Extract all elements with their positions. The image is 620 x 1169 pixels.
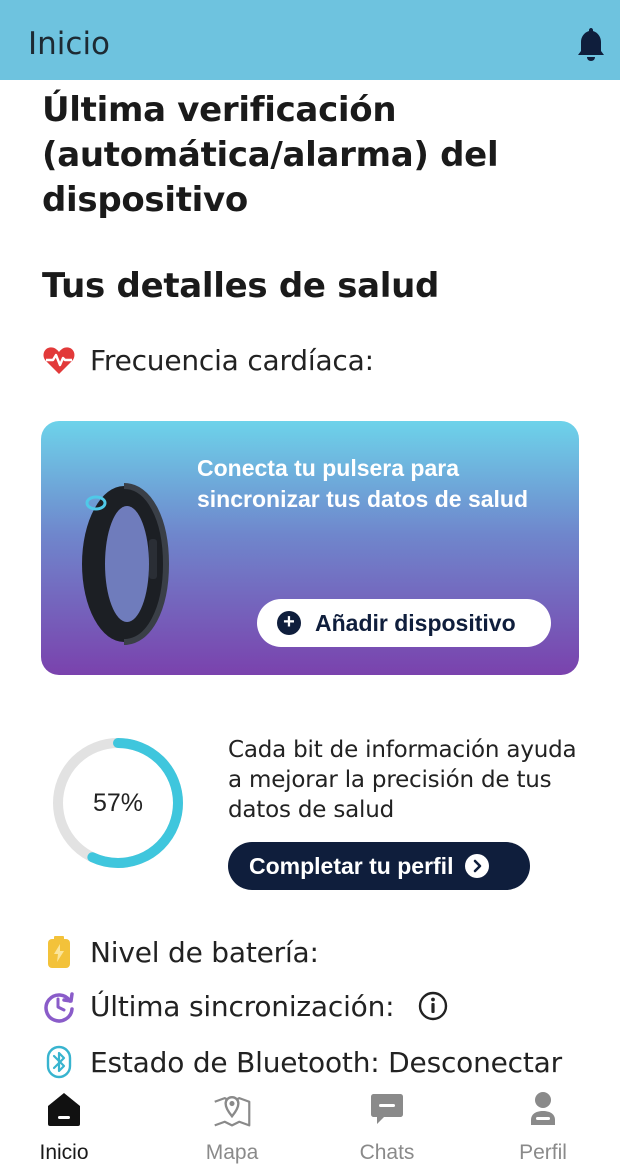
last-check-headline: Última verificación (automática/alarma) … [42,90,499,220]
add-device-label: Añadir dispositivo [315,609,516,636]
bluetooth-row: Estado de Bluetooth: Desconectar [42,1042,562,1082]
complete-profile-label: Completar tu perfil [249,852,454,879]
profile-progress-ring: 57% [52,737,184,869]
profile-info-text: Cada bit de información ayuda a mejorar … [228,737,577,823]
bluetooth-icon [42,1045,76,1079]
map-pin-icon [212,1089,252,1129]
nav-item-chats[interactable]: Chats [327,1085,447,1169]
heart-rate-row: Frecuencia cardíaca: [42,340,374,380]
battery-row: Nivel de batería: [42,932,319,972]
last-sync-label: Última sincronización: [90,989,395,1023]
health-section-title: Tus detalles de salud [42,266,440,306]
info-icon[interactable] [418,991,448,1021]
nav-label-chats: Chats [359,1141,415,1164]
battery-level-label: Nivel de batería: [90,935,319,969]
person-icon [523,1089,563,1129]
chevron-right-icon [465,854,490,878]
profile-progress-percent: 57% [92,788,144,817]
fitness-band-image [69,479,199,649]
nav-label-mapa: Mapa [205,1141,259,1164]
nav-label-perfil: Perfil [519,1141,567,1164]
heart-pulse-icon [42,343,76,377]
bell-icon[interactable] [575,24,607,64]
nav-label-inicio: Inicio [39,1141,89,1164]
connect-band-message: Conecta tu pulsera para sincronizar tus … [197,455,529,512]
nav-item-inicio[interactable]: Inicio [4,1085,124,1169]
complete-profile-button[interactable]: Completar tu perfil [228,842,530,890]
chat-bubble-icon [367,1089,407,1129]
page-title: Inicio [28,26,111,62]
home-icon [44,1089,84,1129]
bluetooth-status-label: Estado de Bluetooth: Desconectar [90,1045,562,1079]
sync-clock-icon [42,989,76,1023]
last-sync-row: Última sincronización: [42,986,448,1026]
top-app-bar: Inicio [0,0,620,80]
nav-item-perfil[interactable]: Perfil [483,1085,603,1169]
bottom-navigation: Inicio Mapa Chats Perfil [0,1085,620,1169]
nav-item-mapa[interactable]: Mapa [172,1085,292,1169]
battery-icon [42,935,76,969]
add-device-button[interactable]: + Añadir dispositivo [257,599,551,647]
heart-rate-label: Frecuencia cardíaca: [90,343,374,377]
connect-device-banner: Conecta tu pulsera para sincronizar tus … [41,421,579,675]
plus-circle-icon: + [277,611,301,635]
